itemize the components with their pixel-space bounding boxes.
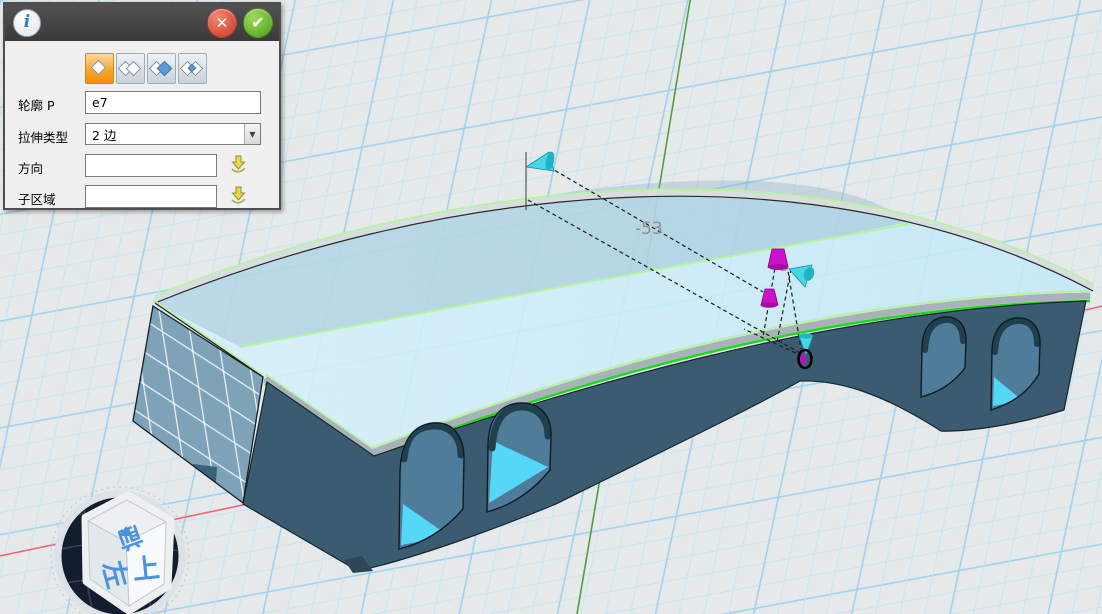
extrude-solid-icon bbox=[91, 60, 107, 76]
extrude-type-value: 2 边 bbox=[86, 125, 244, 144]
dropdown-arrow-icon[interactable]: ▼ bbox=[244, 124, 260, 144]
close-icon: ✕ bbox=[216, 14, 229, 32]
dialog-titlebar: i ✕ ✔ bbox=[5, 4, 279, 41]
nav-cube-right-label[interactable]: 上 bbox=[131, 553, 161, 587]
offset-handle-magenta-1[interactable] bbox=[768, 249, 788, 270]
check-icon: ✔ bbox=[251, 13, 264, 32]
mode-subtract-button[interactable] bbox=[147, 53, 176, 84]
subregion-pick-icon[interactable] bbox=[229, 186, 248, 205]
subregion-label: 子区域 bbox=[18, 189, 56, 208]
profile-label: 轮廓 P bbox=[18, 95, 55, 114]
cad-viewport: -53 3 bbox=[0, 0, 1102, 614]
direction-input[interactable] bbox=[85, 154, 217, 177]
confirm-button[interactable]: ✔ bbox=[243, 8, 273, 38]
profile-input[interactable] bbox=[85, 91, 261, 114]
info-icon[interactable]: i bbox=[13, 9, 41, 37]
mode-intersect-button[interactable] bbox=[178, 53, 207, 84]
extrude-type-label: 拉伸类型 bbox=[18, 127, 68, 146]
direction-pick-icon[interactable] bbox=[229, 155, 248, 174]
extrude-dialog: i ✕ ✔ 轮廓 P 拉伸类型 2 边 ▼ 方向 bbox=[3, 2, 281, 210]
cancel-button[interactable]: ✕ bbox=[207, 8, 237, 38]
extrude-type-select[interactable]: 2 边 ▼ bbox=[85, 123, 261, 145]
extrude-distance-label[interactable]: -53 bbox=[635, 219, 663, 239]
subregion-input[interactable] bbox=[85, 185, 217, 208]
direction-label: 方向 bbox=[18, 158, 43, 177]
mode-solid-button[interactable] bbox=[85, 53, 114, 84]
mode-add-button[interactable] bbox=[116, 53, 145, 84]
extrude-mode-toolbar bbox=[85, 53, 207, 84]
